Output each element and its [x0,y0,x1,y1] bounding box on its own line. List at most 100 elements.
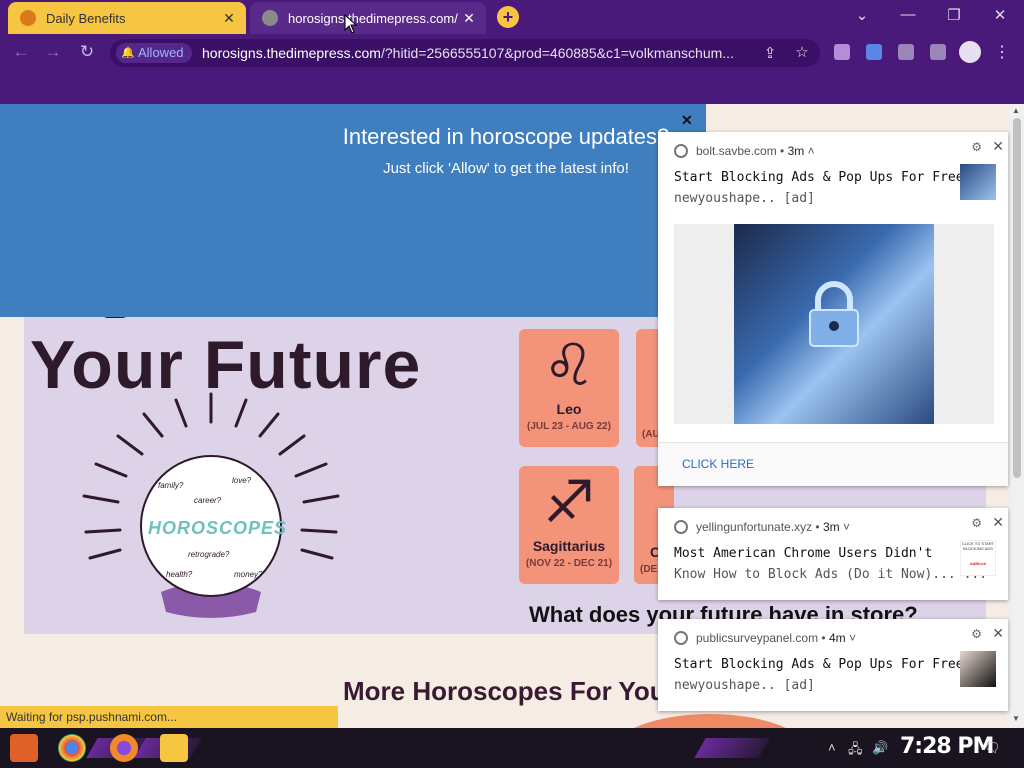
new-tab-button[interactable]: + [497,6,519,28]
address-bar[interactable]: Allowed horosigns.thedimepress.com/?hiti… [110,39,820,67]
notification-thumbnail [960,164,996,200]
thumbnail-brand: AdBlock [969,561,987,566]
tab-horosigns[interactable]: horosigns.thedimepress.com/?l ✕ [250,2,486,34]
extension-chart-icon[interactable] [834,44,850,60]
zodiac-card-sagittarius[interactable]: ♐ Sagittarius (NOV 22 - DEC 21) [519,466,619,584]
action-center-icon[interactable]: 🗨 [984,740,1001,756]
menu-kebab-icon[interactable]: ⋮ [994,42,1010,62]
profile-avatar[interactable] [959,41,981,63]
chrome-icon [674,144,688,158]
notification-body: newyoushape.. [ad] [674,678,815,693]
click-here-button[interactable]: CLICK HERE [682,457,754,471]
reload-icon[interactable]: ↻ [76,42,98,62]
scrollbar-thumb[interactable] [1013,118,1021,478]
notification-header: yellingunfortunate.xyz • 3m ˅ [674,520,850,534]
tab-close-icon[interactable]: ✕ [218,10,240,27]
extension-doc-icon[interactable] [866,44,882,60]
notification-title: Most American Chrome Users Didn't [674,546,933,561]
crystal-word: family? [158,481,184,490]
tab-title: horosigns.thedimepress.com/?l [288,10,458,26]
notification-settings-icon[interactable]: ⚙ [971,140,982,154]
notification-source: publicsurveypanel.com [696,631,819,645]
chrome-icon [674,520,688,534]
crystal-word: love? [232,476,252,485]
chrome-icon [674,631,688,645]
crystal-word: career? [194,496,222,505]
close-window-icon[interactable]: ✕ [990,6,1010,24]
file-explorer-icon[interactable] [160,734,188,762]
bookmark-star-icon[interactable]: ☆ [792,43,812,61]
zodiac-name: Sagittarius [532,538,606,554]
crystal-ball-illustration [82,392,340,618]
volume-icon[interactable]: 🔊 [872,740,888,756]
start-menu-icon[interactable] [10,734,38,762]
thumbnail-caption: CLICK TO START BLOCKING ADS [961,541,995,551]
tab-close-icon[interactable]: ✕ [458,10,480,27]
sagittarius-glyph-icon: ♐ [543,468,595,536]
tab-strip: Daily Benefits ✕ horosigns.thedimepress.… [0,0,1024,34]
optin-close-icon[interactable]: ✕ [681,112,693,129]
notification-body: newyoushape.. [ad] [674,191,815,206]
push-notification[interactable]: publicsurveypanel.com • 4m ˅ ⚙ ✕ Start B… [658,619,1008,711]
crystal-word: health? [166,570,193,579]
side-panel-icon[interactable] [930,44,946,60]
tab-title: Daily Benefits [46,10,126,26]
crystal-word: money? [234,570,263,579]
back-arrow-icon[interactable]: ← [10,42,32,62]
tab-daily-benefits[interactable]: Daily Benefits ✕ [8,2,246,34]
taskbar: ˄ 🖧 🔊 7:28 PM 🗨 [0,728,1024,768]
scroll-up-icon[interactable]: ▲ [1012,106,1020,115]
push-notification[interactable]: yellingunfortunate.xyz • 3m ˅ ⚙ ✕ Most A… [658,508,1008,600]
notification-image [734,224,934,424]
share-icon[interactable]: ⇪ [760,44,780,62]
notification-close-icon[interactable]: ✕ [992,138,1004,155]
extensions-puzzle-icon[interactable] [898,44,914,60]
url-path: /?hitid=2566555107&prod=460885&c1=volkma… [380,45,734,61]
notification-source: bolt.savbe.com [696,144,777,158]
notification-settings-icon[interactable]: ⚙ [971,516,982,530]
browser-window: Daily Benefits ✕ horosigns.thedimepress.… [0,0,1024,768]
zodiac-dates: (NOV 22 - DEC 21) [525,558,613,569]
notification-close-icon[interactable]: ✕ [992,625,1004,642]
notification-settings-icon[interactable]: ⚙ [971,627,982,641]
zodiac-card-leo[interactable]: ♌ Leo (JUL 23 - AUG 22) [519,329,619,447]
browser-toolbar: ← → ↻ Allowed horosigns.thedimepress.com… [0,34,1024,72]
taskbar-divider [694,738,770,758]
forward-arrow-icon[interactable]: → [42,42,64,62]
notification-source: yellingunfortunate.xyz [696,520,813,534]
system-clock[interactable]: 7:28 PM [900,734,994,759]
optin-subtext: Just click 'Allow' to get the latest inf… [383,160,629,177]
push-notification[interactable]: bolt.savbe.com • 3m ˄ ⚙ ✕ Start Blocking… [658,132,1008,486]
notification-title: Start Blocking Ads & Pop Ups For Free [674,170,964,185]
notification-time: 3m [787,144,805,158]
notification-header: bolt.savbe.com • 3m ˄ [674,144,815,158]
network-icon[interactable]: 🖧 [848,740,863,762]
zodiac-dates: (JUL 23 - AUG 22) [527,421,611,432]
chrome-taskbar-icon[interactable] [58,734,86,762]
crystal-word: retrograde? [188,550,230,559]
crystal-label: HOROSCOPES [148,518,288,538]
notification-time: 3m [822,520,840,534]
loading-status: Waiting for psp.pushnami.com... [0,706,338,728]
adblock-thumbnail: CLICK TO START BLOCKING ADS AdBlock [960,540,996,576]
tray-chevron-icon[interactable]: ˄ [828,740,836,755]
tab-search-chevron-icon[interactable]: ⌄ [852,6,872,24]
leo-glyph-icon: ♌ [543,331,595,399]
notification-time: 4m [828,631,846,645]
bookmarks-strip [0,72,1024,104]
scroll-down-icon[interactable]: ▼ [1012,714,1020,723]
notification-close-icon[interactable]: ✕ [992,514,1004,531]
url-host: horosigns.thedimepress.com [202,45,381,61]
restore-icon[interactable]: ❐ [944,6,964,24]
padlock-icon [809,281,859,347]
notification-thumbnail [960,651,996,687]
optin-heading: Interested in horoscope updates? [342,124,670,149]
notification-header: publicsurveypanel.com • 4m ˅ [674,631,856,645]
minimize-icon[interactable]: — [898,6,918,23]
notification-optin-banner: Interested in horoscope updates? Just cl… [0,104,706,317]
notifications-allowed-chip[interactable]: Allowed [116,43,192,63]
url-text[interactable]: horosigns.thedimepress.com/?hitid=256655… [202,45,757,61]
more-horoscopes-heading: More Horoscopes For You [343,676,666,706]
zodiac-name: Leo [556,401,582,417]
site-favicon-icon [262,10,278,26]
